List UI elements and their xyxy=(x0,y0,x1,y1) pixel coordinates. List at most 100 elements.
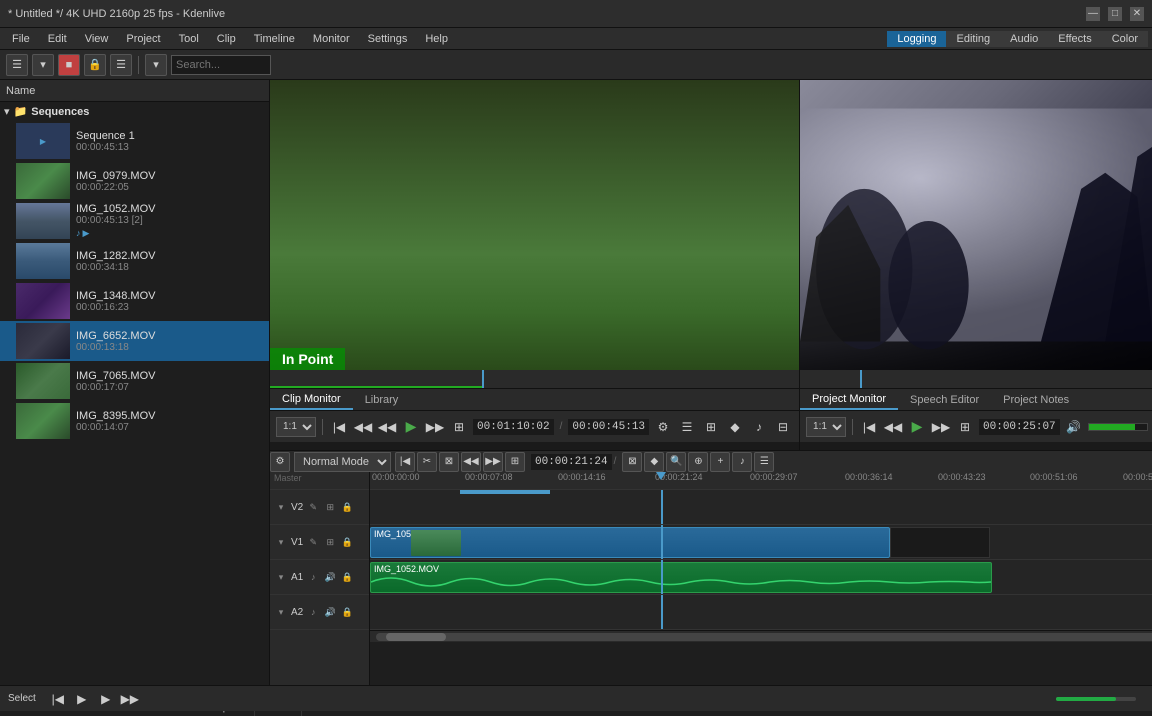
menu-settings[interactable]: Settings xyxy=(360,31,416,47)
maximize-button[interactable]: □ xyxy=(1108,7,1122,21)
a1-collapse-icon[interactable]: ▾ xyxy=(274,570,288,584)
list-item[interactable]: IMG_8395.MOV 00:00:14:07 xyxy=(0,401,269,441)
toolbar-open-btn[interactable]: ▾ xyxy=(32,54,54,76)
v2-lock-icon[interactable]: 🔒 xyxy=(340,500,354,514)
tab-project-monitor[interactable]: Project Monitor xyxy=(800,390,898,410)
menu-timeline[interactable]: Timeline xyxy=(246,31,303,47)
tl-ctrl-btn4[interactable]: ◀◀ xyxy=(461,452,481,472)
workspace-logging[interactable]: Logging xyxy=(887,31,946,47)
v1-collapse-icon[interactable]: ▾ xyxy=(274,535,288,549)
clip-extra-btn[interactable]: ⊞ xyxy=(701,417,721,437)
proj-skip-start-btn[interactable]: |◀ xyxy=(859,417,879,437)
workspace-editing[interactable]: Editing xyxy=(946,31,1000,47)
clip-fullscreen-btn[interactable]: ⊞ xyxy=(449,417,469,437)
a2-lock-icon[interactable]: 🔒 xyxy=(340,605,354,619)
proj-play-btn[interactable]: ▶ xyxy=(907,417,927,437)
proj-prev-btn[interactable]: ◀◀ xyxy=(883,417,903,437)
menu-monitor[interactable]: Monitor xyxy=(305,31,358,47)
timeline-settings-icon[interactable]: ⚙ xyxy=(270,452,290,472)
clip-rewind-btn[interactable]: ◀◀ xyxy=(377,417,397,437)
menu-tool[interactable]: Tool xyxy=(171,31,207,47)
clip-markers-btn[interactable]: ◆ xyxy=(725,417,745,437)
a1-mute-icon[interactable]: ♪ xyxy=(306,570,320,584)
workspace-effects[interactable]: Effects xyxy=(1048,31,1101,47)
minimize-button[interactable]: — xyxy=(1086,7,1100,21)
clip-fast-forward-btn[interactable]: ▶▶ xyxy=(425,417,445,437)
v1-edit-icon[interactable]: ✎ xyxy=(306,535,320,549)
tab-library[interactable]: Library xyxy=(353,391,411,409)
list-item[interactable]: ▶ Sequence 1 00:00:45:13 xyxy=(0,121,269,161)
workspace-color[interactable]: Color xyxy=(1102,31,1148,47)
h-scroll-thumb[interactable] xyxy=(386,633,446,641)
v2-edit-icon[interactable]: ✎ xyxy=(306,500,320,514)
a1-lock-icon[interactable]: 🔒 xyxy=(340,570,354,584)
tl-audio-btn[interactable]: ♪ xyxy=(732,452,752,472)
clip-menu-btn[interactable]: ☰ xyxy=(677,417,697,437)
toolbar-save-btn[interactable]: ■ xyxy=(58,54,80,76)
bottom-fwd-btn[interactable]: ▶▶ xyxy=(120,689,140,709)
list-item[interactable]: IMG_1052.MOV 00:00:45:13 [2] ♪ ▶ xyxy=(0,201,269,241)
bottom-play-btn[interactable]: ▶ xyxy=(72,689,92,709)
clip-play-btn[interactable]: ▶ xyxy=(401,417,421,437)
clip-monitor-timeline[interactable] xyxy=(270,370,799,388)
clip-audio-btn[interactable]: ♪ xyxy=(749,417,769,437)
v1-effect-icon[interactable]: ⊞ xyxy=(323,535,337,549)
bottom-play2-btn[interactable]: ▶ xyxy=(96,689,116,709)
clip-settings-btn[interactable]: ⚙ xyxy=(653,417,673,437)
menu-clip[interactable]: Clip xyxy=(209,31,244,47)
proj-fast-fwd-btn[interactable]: ▶▶ xyxy=(931,417,951,437)
a2-collapse-icon[interactable]: ▾ xyxy=(274,605,288,619)
toolbar-menu-btn[interactable]: ☰ xyxy=(110,54,132,76)
tab-project-notes[interactable]: Project Notes xyxy=(991,391,1081,409)
tab-clip-monitor[interactable]: Clip Monitor xyxy=(270,390,353,410)
menu-file[interactable]: File xyxy=(4,31,38,47)
v1-lock-icon[interactable]: 🔒 xyxy=(340,535,354,549)
toolbar-filter-btn[interactable]: ▾ xyxy=(145,54,167,76)
clip-prev-frame-btn[interactable]: ◀◀ xyxy=(353,417,373,437)
tl-ctrl-btn6[interactable]: ⊞ xyxy=(505,452,525,472)
v2-effect-icon[interactable]: ⊞ xyxy=(323,500,337,514)
video-clip-v1[interactable]: IMG_1052.MOV xyxy=(370,527,890,558)
tl-zoom-out-btn[interactable]: 🔍 xyxy=(666,452,686,472)
tl-razor-btn[interactable]: ◆ xyxy=(644,452,664,472)
list-item[interactable]: IMG_1282.MOV 00:00:34:18 xyxy=(0,241,269,281)
tl-ctrl-btn2[interactable]: ✂ xyxy=(417,452,437,472)
tl-zoom-in-btn[interactable]: ⊕ xyxy=(688,452,708,472)
h-scrollbar[interactable] xyxy=(370,630,1152,642)
list-item[interactable]: IMG_7065.MOV 00:00:17:07 xyxy=(0,361,269,401)
tab-speech-editor[interactable]: Speech Editor xyxy=(898,391,991,409)
menu-project[interactable]: Project xyxy=(118,31,168,47)
sequences-folder[interactable]: ▾ 📁 Sequences xyxy=(0,102,269,121)
tl-add-btn[interactable]: + xyxy=(710,452,730,472)
search-input[interactable] xyxy=(171,55,271,75)
project-monitor-timeline[interactable] xyxy=(800,370,1152,388)
tl-snap-btn[interactable]: ⊠ xyxy=(622,452,642,472)
clip-skip-start-btn[interactable]: |◀ xyxy=(329,417,349,437)
tl-ctrl-btn5[interactable]: ▶▶ xyxy=(483,452,503,472)
clip-zoom-select[interactable]: 1:1 xyxy=(276,417,316,437)
tl-ctrl-btn3[interactable]: ⊠ xyxy=(439,452,459,472)
list-item[interactable]: IMG_6652.MOV 00:00:13:18 xyxy=(0,321,269,361)
proj-fullscreen-btn[interactable]: ⊞ xyxy=(955,417,975,437)
clip-close-btn[interactable]: ⊟ xyxy=(773,417,793,437)
tl-ctrl-btn1[interactable]: |◀ xyxy=(395,452,415,472)
menu-help[interactable]: Help xyxy=(417,31,456,47)
a2-mute-icon[interactable]: ♪ xyxy=(306,605,320,619)
close-button[interactable]: ✕ xyxy=(1130,7,1144,21)
a2-vol-icon[interactable]: 🔊 xyxy=(323,605,337,619)
timeline-mode-select[interactable]: Normal Mode xyxy=(294,452,391,472)
list-item[interactable]: IMG_0979.MOV 00:00:22:05 xyxy=(0,161,269,201)
toolbar-render-btn[interactable]: 🔒 xyxy=(84,54,106,76)
a1-vol-icon[interactable]: 🔊 xyxy=(323,570,337,584)
list-item[interactable]: IMG_1348.MOV 00:00:16:23 xyxy=(0,281,269,321)
tl-menu-btn[interactable]: ☰ xyxy=(754,452,774,472)
toolbar-new-btn[interactable]: ☰ xyxy=(6,54,28,76)
project-zoom-select[interactable]: 1:1 xyxy=(806,417,846,437)
menu-view[interactable]: View xyxy=(77,31,117,47)
v2-collapse-icon[interactable]: ▾ xyxy=(274,500,288,514)
bottom-skip-btn[interactable]: |◀ xyxy=(48,689,68,709)
audio-clip-a1[interactable]: IMG_1052.MOV xyxy=(370,562,992,593)
proj-vol-btn[interactable]: 🔊 xyxy=(1064,417,1084,437)
menu-edit[interactable]: Edit xyxy=(40,31,75,47)
workspace-audio[interactable]: Audio xyxy=(1000,31,1048,47)
